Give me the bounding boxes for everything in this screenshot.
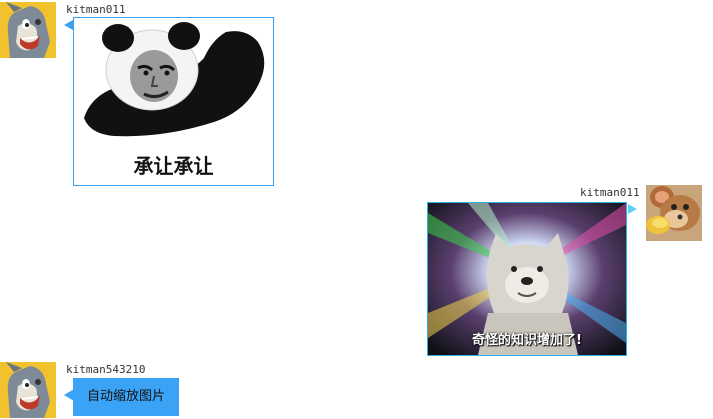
image-caption: 承让承让 bbox=[133, 154, 214, 178]
bubble-tail bbox=[628, 204, 637, 214]
message-username: kitman011 bbox=[580, 186, 640, 199]
text-message-bubble[interactable]: 自动缩放图片 bbox=[73, 378, 180, 416]
image-message[interactable]: 承让承让 bbox=[73, 17, 274, 186]
tom-cat-avatar-icon[interactable] bbox=[0, 362, 56, 418]
image-caption: 奇怪的知识增加了! bbox=[472, 333, 582, 348]
bubble-tail bbox=[64, 20, 73, 30]
image-message[interactable]: 奇怪的知识增加了! bbox=[427, 202, 627, 356]
tom-cat-avatar-icon[interactable] bbox=[0, 2, 56, 58]
message-username: kitman543210 bbox=[66, 363, 146, 376]
message-username: kitman011 bbox=[66, 3, 126, 16]
jerry-mouse-avatar-icon[interactable] bbox=[646, 185, 702, 241]
